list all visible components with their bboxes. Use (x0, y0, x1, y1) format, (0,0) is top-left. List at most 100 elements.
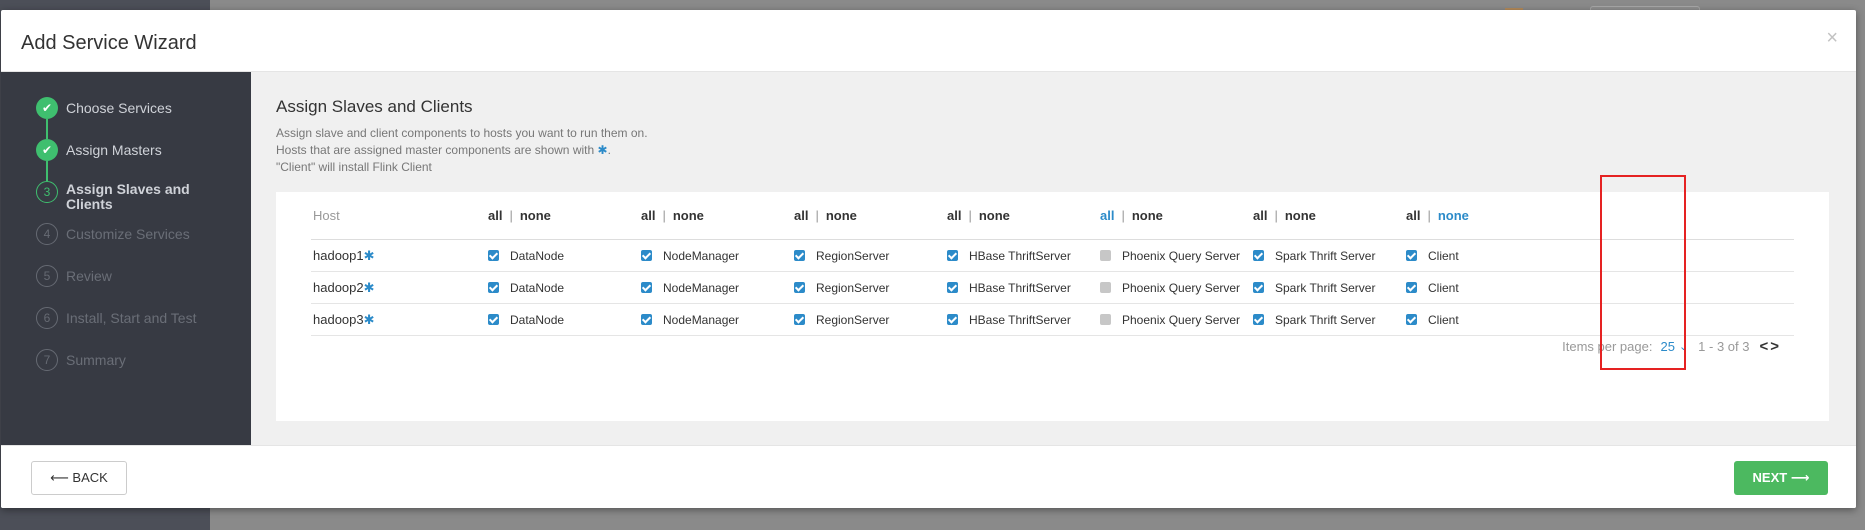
component-checkbox-cell[interactable]: Phoenix Query Server (1100, 304, 1240, 335)
component-checkbox-cell[interactable]: RegionServer (794, 304, 889, 335)
component-label: Client (1428, 248, 1459, 263)
checkbox-checked[interactable] (794, 314, 805, 325)
component-checkbox-cell[interactable]: Client (1406, 240, 1459, 271)
select-all-link[interactable]: all (1100, 208, 1114, 223)
component-label: HBase ThriftServer (969, 312, 1071, 327)
component-checkbox-cell[interactable]: RegionServer (794, 240, 889, 271)
checkbox-disabled[interactable] (1100, 282, 1111, 293)
component-label: Phoenix Query Server (1122, 280, 1241, 295)
component-checkbox-cell[interactable]: Spark Thrift Server (1253, 240, 1375, 271)
close-icon[interactable]: × (1826, 27, 1838, 50)
checkbox-checked[interactable] (947, 314, 958, 325)
wizard-step-label: Choose Services (66, 100, 172, 116)
wizard-step-label: Assign Slaves and Clients (66, 181, 190, 212)
checkbox-checked[interactable] (1253, 314, 1264, 325)
checkbox-checked[interactable] (488, 314, 499, 325)
component-checkbox-cell[interactable]: DataNode (488, 272, 564, 303)
checkbox-checked[interactable] (641, 250, 652, 261)
wizard-step: 7 Summary (36, 349, 126, 371)
component-label: Spark Thrift Server (1275, 312, 1376, 327)
step-number-icon: 4 (36, 223, 58, 245)
select-all-link[interactable]: all (1253, 208, 1267, 223)
wizard-step: 4 Customize Services (36, 223, 190, 245)
select-all-link[interactable]: all (947, 208, 961, 223)
checkbox-disabled[interactable] (1100, 314, 1111, 325)
checkbox-checked[interactable] (794, 282, 805, 293)
wizard-step-label: Assign Masters (66, 142, 162, 158)
separator: | (509, 208, 513, 223)
component-label: RegionServer (816, 280, 890, 295)
component-checkbox-cell[interactable]: Client (1406, 304, 1459, 335)
next-page-button[interactable]: > (1770, 338, 1781, 355)
checkbox-checked[interactable] (1253, 250, 1264, 261)
component-checkbox-cell[interactable]: DataNode (488, 240, 564, 271)
component-checkbox-cell[interactable]: HBase ThriftServer (947, 272, 1071, 303)
component-checkbox-cell[interactable]: Spark Thrift Server (1253, 304, 1375, 335)
select-none-link[interactable]: none (520, 208, 551, 223)
component-checkbox-cell[interactable]: Client (1406, 272, 1459, 303)
component-label: Client (1428, 312, 1459, 327)
modal-header: Add Service Wizard × (1, 10, 1856, 72)
select-all-link[interactable]: all (794, 208, 808, 223)
component-label: NodeManager (663, 312, 740, 327)
separator: | (815, 208, 819, 223)
select-all-none: all | none (1406, 192, 1469, 239)
checkbox-checked[interactable] (1406, 282, 1417, 293)
step-connector (46, 161, 48, 181)
checkbox-checked[interactable] (1406, 250, 1417, 261)
host-name: hadoop1 (313, 248, 364, 263)
component-label: Phoenix Query Server (1122, 312, 1241, 327)
checkbox-checked[interactable] (947, 282, 958, 293)
component-checkbox-cell[interactable]: NodeManager (641, 240, 739, 271)
wizard-step[interactable]: 3 Assign Slaves and Clients (36, 181, 206, 212)
component-checkbox-cell[interactable]: HBase ThriftServer (947, 240, 1071, 271)
checkbox-checked[interactable] (641, 314, 652, 325)
separator: | (1427, 208, 1431, 223)
select-none-link[interactable]: none (826, 208, 857, 223)
component-checkbox-cell[interactable]: NodeManager (641, 272, 739, 303)
component-checkbox-cell[interactable]: Phoenix Query Server (1100, 240, 1240, 271)
wizard-step[interactable]: ✔ Choose Services (36, 97, 172, 119)
wizard-step: 6 Install, Start and Test (36, 307, 196, 329)
select-all-none: all | none (1100, 192, 1163, 239)
select-none-link[interactable]: none (1285, 208, 1316, 223)
checkbox-disabled[interactable] (1100, 250, 1111, 261)
table-row: hadoop2 ✱ DataNode NodeManager RegionServer H… (311, 272, 1794, 304)
modal-footer: ⟵ BACK NEXT ⟶ (1, 445, 1856, 508)
component-checkbox-cell[interactable]: Phoenix Query Server (1100, 272, 1240, 303)
component-checkbox-cell[interactable]: Spark Thrift Server (1253, 272, 1375, 303)
checkbox-checked[interactable] (641, 282, 652, 293)
component-checkbox-cell[interactable]: DataNode (488, 304, 564, 335)
prev-page-button[interactable]: < (1759, 338, 1770, 355)
checkbox-checked[interactable] (1253, 282, 1264, 293)
select-none-link[interactable]: none (979, 208, 1010, 223)
component-checkbox-cell[interactable]: NodeManager (641, 304, 739, 335)
select-all-link[interactable]: all (1406, 208, 1420, 223)
assignment-panel: Host all | none all | none all | none all | none all |… (276, 192, 1829, 421)
component-label: DataNode (510, 248, 565, 263)
step-connector (46, 119, 48, 139)
component-checkbox-cell[interactable]: RegionServer (794, 272, 889, 303)
next-button[interactable]: NEXT ⟶ (1734, 461, 1828, 495)
select-none-link[interactable]: none (673, 208, 704, 223)
component-checkbox-cell[interactable]: HBase ThriftServer (947, 304, 1071, 335)
select-all-none: all | none (641, 192, 704, 239)
select-all-link[interactable]: all (641, 208, 655, 223)
select-none-link[interactable]: none (1132, 208, 1163, 223)
master-asterisk-icon: ✱ (363, 279, 375, 295)
checkbox-checked[interactable] (488, 282, 499, 293)
component-label: HBase ThriftServer (969, 280, 1071, 295)
host-name: hadoop3 (313, 312, 364, 327)
back-button[interactable]: ⟵ BACK (31, 461, 127, 495)
select-none-link[interactable]: none (1438, 208, 1469, 223)
component-label: DataNode (510, 280, 565, 295)
checkbox-checked[interactable] (794, 250, 805, 261)
checkbox-checked[interactable] (947, 250, 958, 261)
wizard-step[interactable]: ✔ Assign Masters (36, 139, 162, 161)
checkbox-checked[interactable] (1406, 314, 1417, 325)
checkbox-checked[interactable] (488, 250, 499, 261)
select-all-none: all | none (794, 192, 857, 239)
step-number-icon: 7 (36, 349, 58, 371)
select-all-link[interactable]: all (488, 208, 502, 223)
client-column-highlight (1600, 175, 1686, 370)
